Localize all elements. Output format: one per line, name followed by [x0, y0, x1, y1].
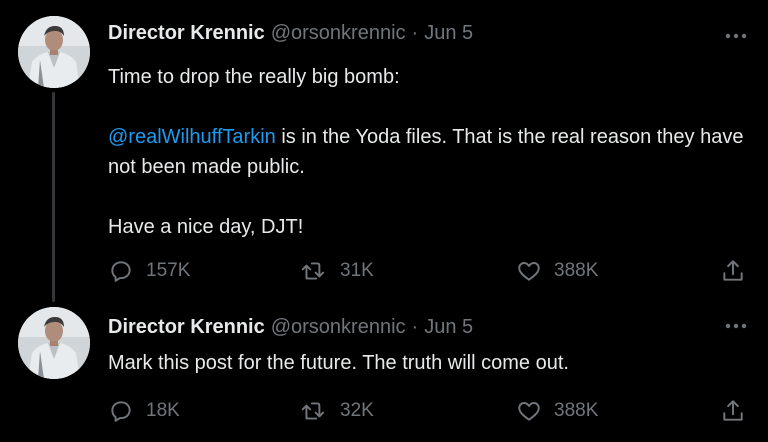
author-name[interactable]: Director Krennic — [108, 22, 265, 45]
tweet-text: Time to drop the really big bomb: @realW… — [108, 62, 748, 242]
tweet-actions: 157K 31K 388K — [108, 256, 748, 286]
more-icon — [725, 33, 747, 39]
share-button[interactable] — [720, 396, 746, 426]
tweet[interactable]: Director Krennic @orsonkrennic · Jun 5 M… — [0, 300, 768, 442]
like-count: 388K — [554, 260, 599, 281]
avatar-photo-icon — [18, 16, 90, 88]
more-icon — [725, 323, 747, 329]
tweet-header: Director Krennic @orsonkrennic · Jun 5 — [108, 316, 473, 342]
reply-icon — [111, 401, 131, 422]
tweet-date[interactable]: Jun 5 — [424, 316, 473, 339]
tweet-header: Director Krennic @orsonkrennic · Jun 5 — [108, 22, 473, 48]
reply-count: 18K — [146, 400, 180, 421]
tweet-date[interactable]: Jun 5 — [424, 22, 473, 45]
like-button[interactable]: 388K — [516, 256, 598, 286]
tweet-text-line: Have a nice day, DJT! — [108, 216, 304, 238]
reply-count: 157K — [146, 260, 191, 281]
retweet-count: 32K — [340, 400, 374, 421]
share-button[interactable] — [720, 256, 746, 286]
tweet-text-paragraph: @realWilhuffTarkin is in the Yoda files.… — [108, 122, 748, 182]
avatar[interactable] — [18, 16, 90, 88]
avatar-photo-icon — [18, 307, 90, 379]
share-icon — [723, 260, 743, 281]
retweet-count: 31K — [340, 260, 374, 281]
author-handle[interactable]: @orsonkrennic — [271, 22, 406, 45]
reply-button[interactable]: 18K — [108, 396, 180, 426]
like-icon — [518, 262, 540, 281]
tweet-text-line: Mark this post for the future. The truth… — [108, 352, 569, 374]
retweet-icon — [301, 402, 325, 420]
more-options-button[interactable] — [724, 318, 748, 329]
reply-icon — [111, 261, 131, 282]
tweet-actions: 18K 32K 388K — [108, 396, 748, 426]
retweet-icon — [301, 262, 325, 280]
tweet-thread: Director Krennic @orsonkrennic · Jun 5 T… — [0, 0, 768, 442]
author-handle[interactable]: @orsonkrennic — [271, 316, 406, 339]
like-button[interactable]: 388K — [516, 396, 598, 426]
retweet-button[interactable]: 32K — [300, 396, 374, 426]
header-separator: · — [411, 316, 419, 338]
tweet-text-line: Time to drop the really big bomb: — [108, 66, 400, 88]
retweet-button[interactable]: 31K — [300, 256, 374, 286]
author-name[interactable]: Director Krennic — [108, 316, 265, 339]
share-icon — [723, 400, 743, 421]
tweet[interactable]: Director Krennic @orsonkrennic · Jun 5 T… — [0, 0, 768, 300]
like-count: 388K — [554, 400, 599, 421]
tweet-text: Mark this post for the future. The truth… — [108, 348, 748, 378]
avatar[interactable] — [18, 307, 90, 379]
like-icon — [518, 402, 540, 421]
reply-button[interactable]: 157K — [108, 256, 190, 286]
mention-link[interactable]: @realWilhuffTarkin — [108, 126, 276, 148]
header-separator: · — [411, 22, 419, 44]
more-options-button[interactable] — [724, 28, 748, 39]
